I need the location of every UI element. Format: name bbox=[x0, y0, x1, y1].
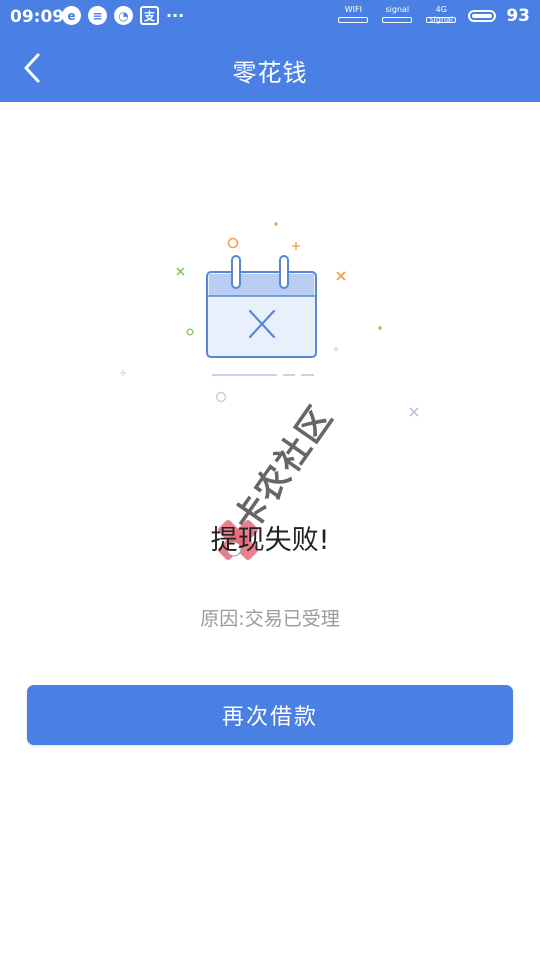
status-bar: 09:09 e ≡ ◔ 支 ··· WIFI signal 4G signal … bbox=[0, 0, 540, 34]
borrow-again-button[interactable]: 再次借款 bbox=[27, 685, 513, 745]
alipay-notification-icon: 支 bbox=[140, 6, 159, 25]
status-time: 09:09 bbox=[10, 7, 65, 27]
battery-icon bbox=[468, 10, 497, 22]
status-indicators: WIFI signal 4G signal 93 bbox=[336, 5, 530, 27]
wifi-label: WIFI bbox=[344, 5, 362, 14]
failure-reason: 原因:交易已受理 bbox=[200, 608, 340, 630]
browser-notification-icon: e bbox=[62, 6, 81, 25]
signal-4g-icon: 4G signal bbox=[424, 5, 458, 27]
battery-level: 93 bbox=[506, 6, 530, 26]
notification-icons: e ≡ ◔ 支 ··· bbox=[62, 6, 184, 25]
failed-calendar-illustration bbox=[120, 222, 419, 417]
page-title: 零花钱 bbox=[232, 59, 308, 87]
more-notifications-icon: ··· bbox=[166, 6, 185, 25]
message-notification-icon: ≡ bbox=[88, 6, 107, 25]
wifi-icon: WIFI bbox=[336, 5, 370, 27]
app-header: 零花钱 bbox=[0, 34, 540, 102]
signal-label: signal bbox=[385, 5, 410, 14]
chat-notification-icon: ◔ bbox=[114, 6, 133, 25]
signal-icon: signal bbox=[380, 5, 414, 27]
